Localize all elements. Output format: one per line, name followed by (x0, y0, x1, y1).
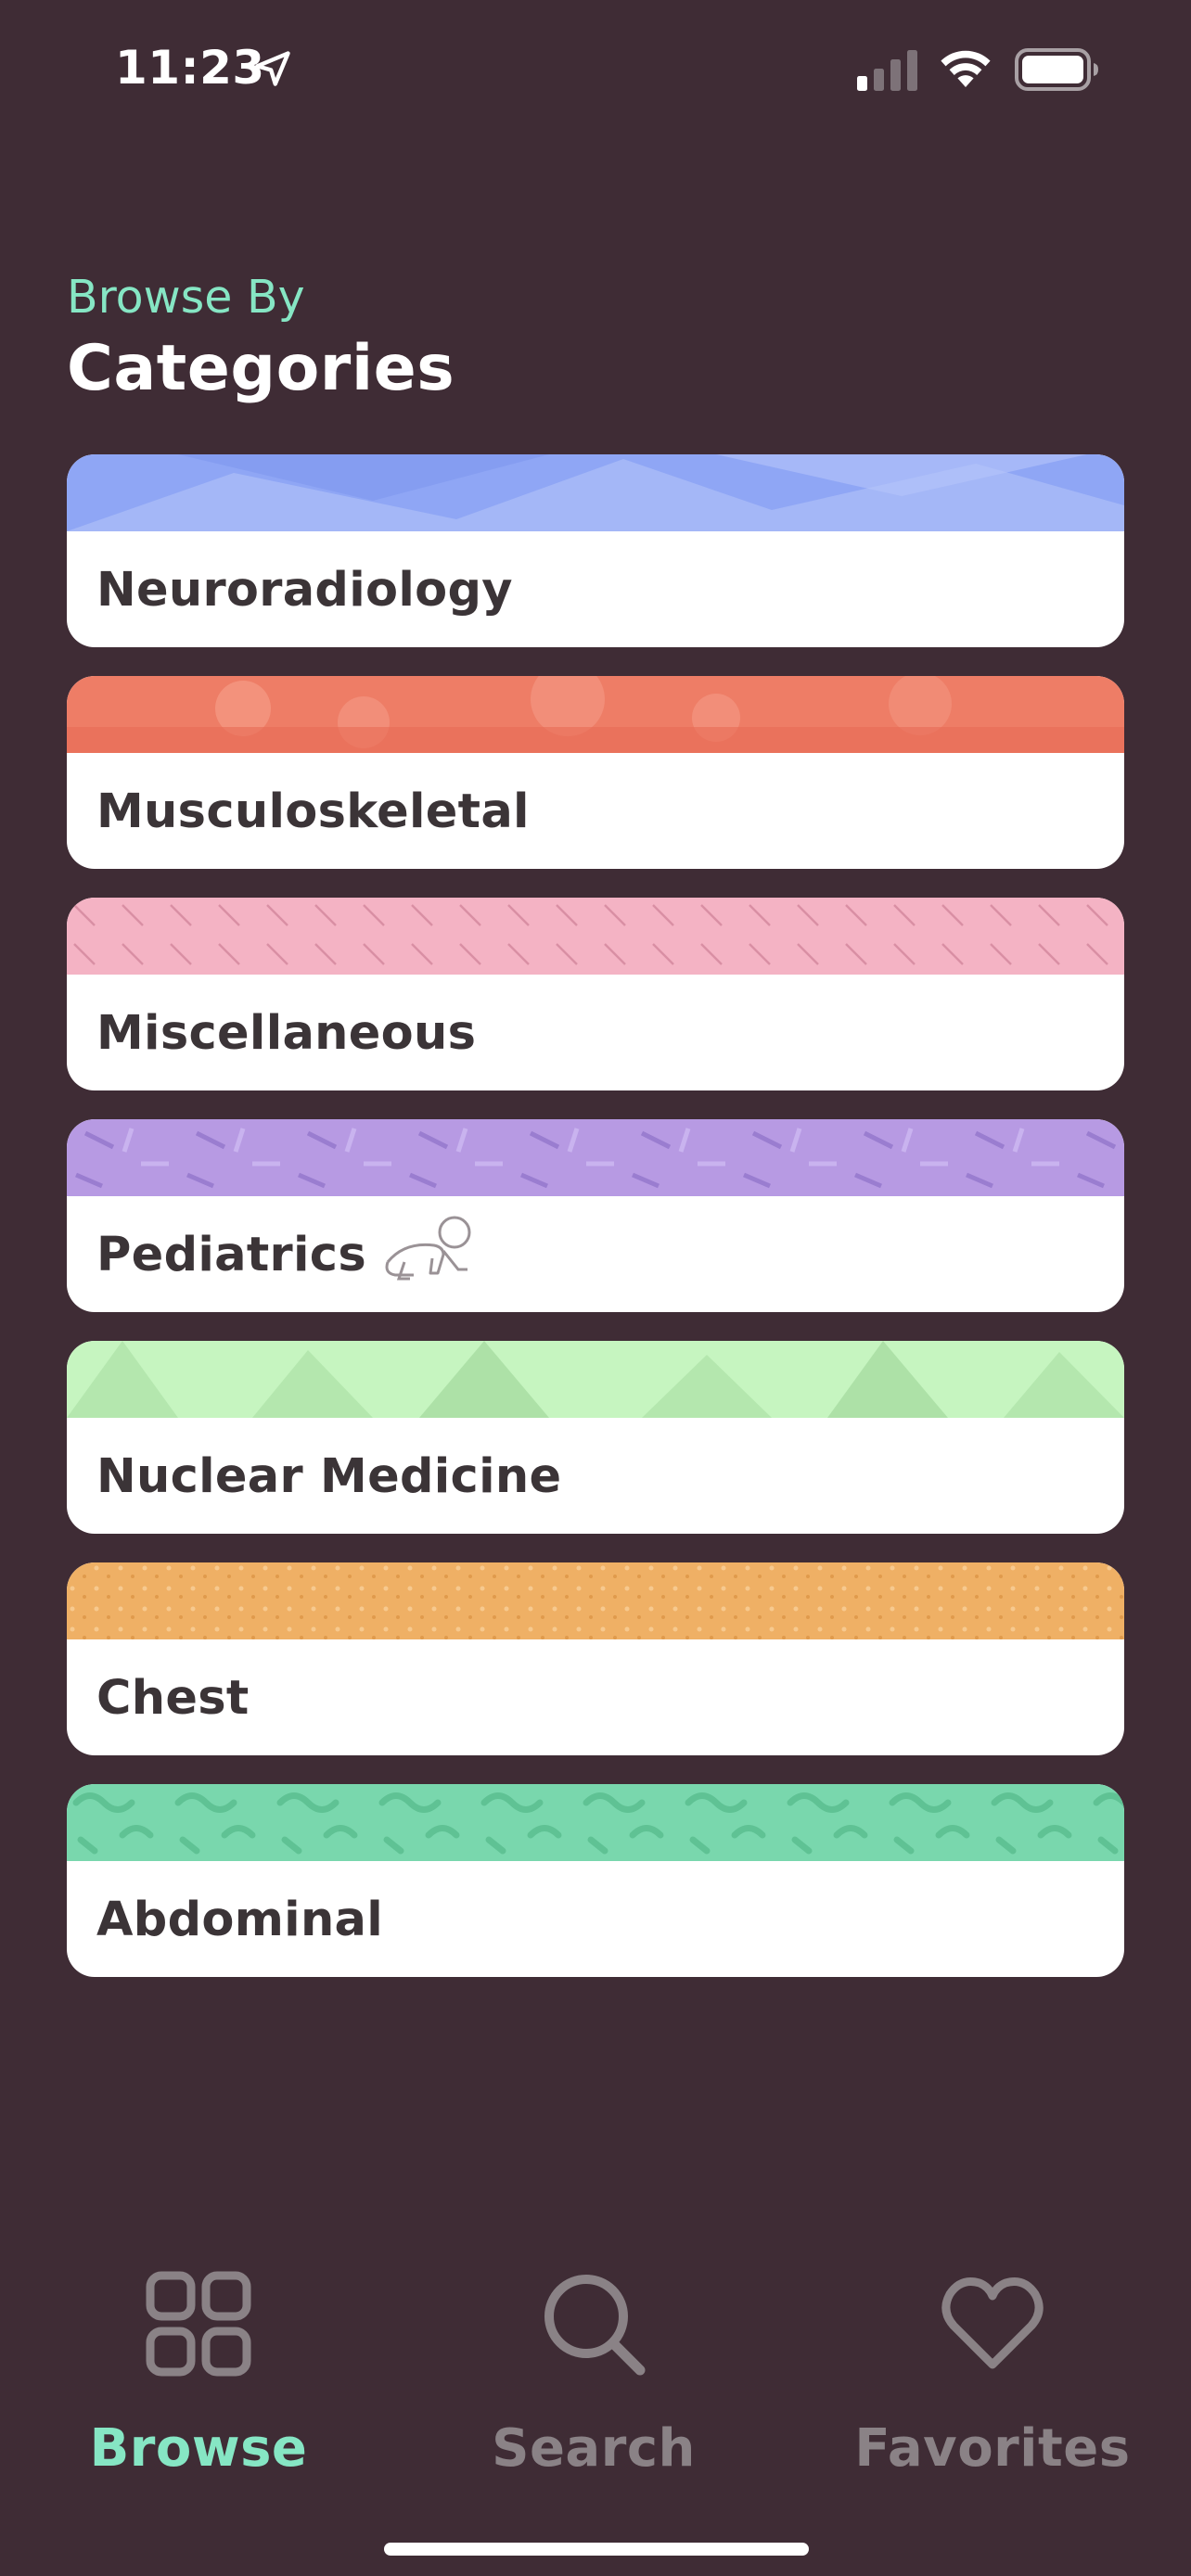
tab-label: Search (492, 2418, 696, 2479)
category-label: Abdominal (96, 1893, 384, 1947)
wifi-icon (941, 50, 991, 87)
category-label: Pediatrics (96, 1228, 366, 1282)
category-label: Chest (96, 1671, 250, 1726)
card-banner-pediatrics (67, 1119, 1124, 1196)
card-banner-nuclear-medicine (67, 1341, 1124, 1418)
crawling-baby-icon (385, 1216, 471, 1281)
location-arrow-icon (255, 51, 290, 86)
home-indicator[interactable] (384, 2543, 809, 2556)
card-banner-musculoskeletal (67, 676, 1124, 753)
browse-screen: 11:23 Browse By Categories Neuroradiolog… (0, 0, 1191, 2576)
grid-icon (146, 2271, 251, 2377)
category-card-abdominal[interactable]: Abdominal (67, 1784, 1124, 1977)
category-card-miscellaneous[interactable]: Miscellaneous (67, 898, 1124, 1090)
cellular-signal-icon (857, 50, 917, 91)
card-banner-abdominal (67, 1784, 1124, 1861)
page-title: Categories (67, 332, 455, 405)
category-label: Nuclear Medicine (96, 1449, 562, 1504)
category-card-pediatrics[interactable]: Pediatrics (67, 1119, 1124, 1312)
card-banner-miscellaneous (67, 898, 1124, 975)
card-banner-neuroradiology (67, 454, 1124, 531)
category-card-nuclear-medicine[interactable]: Nuclear Medicine (67, 1341, 1124, 1534)
category-card-chest[interactable]: Chest (67, 1562, 1124, 1755)
status-time: 11:23 (115, 41, 265, 95)
tab-label: Browse (89, 2418, 308, 2479)
category-label: Miscellaneous (96, 1006, 477, 1061)
card-banner-chest (67, 1562, 1124, 1639)
tab-browse[interactable]: Browse (50, 2253, 347, 2485)
tab-favorites[interactable]: Favorites (844, 2253, 1141, 2485)
browse-by-eyebrow: Browse By (67, 271, 305, 324)
category-label: Neuroradiology (96, 563, 513, 618)
search-icon (544, 2275, 646, 2376)
category-list: Neuroradiology Musculoskeletal Miscellan… (67, 454, 1124, 2006)
tab-label: Favorites (854, 2418, 1131, 2479)
status-bar: 11:23 (0, 0, 1191, 139)
heart-icon (941, 2277, 1044, 2369)
category-label: Musculoskeletal (96, 784, 530, 839)
battery-icon (1015, 48, 1098, 91)
tab-search[interactable]: Search (445, 2253, 742, 2485)
category-card-neuroradiology[interactable]: Neuroradiology (67, 454, 1124, 647)
category-card-musculoskeletal[interactable]: Musculoskeletal (67, 676, 1124, 869)
